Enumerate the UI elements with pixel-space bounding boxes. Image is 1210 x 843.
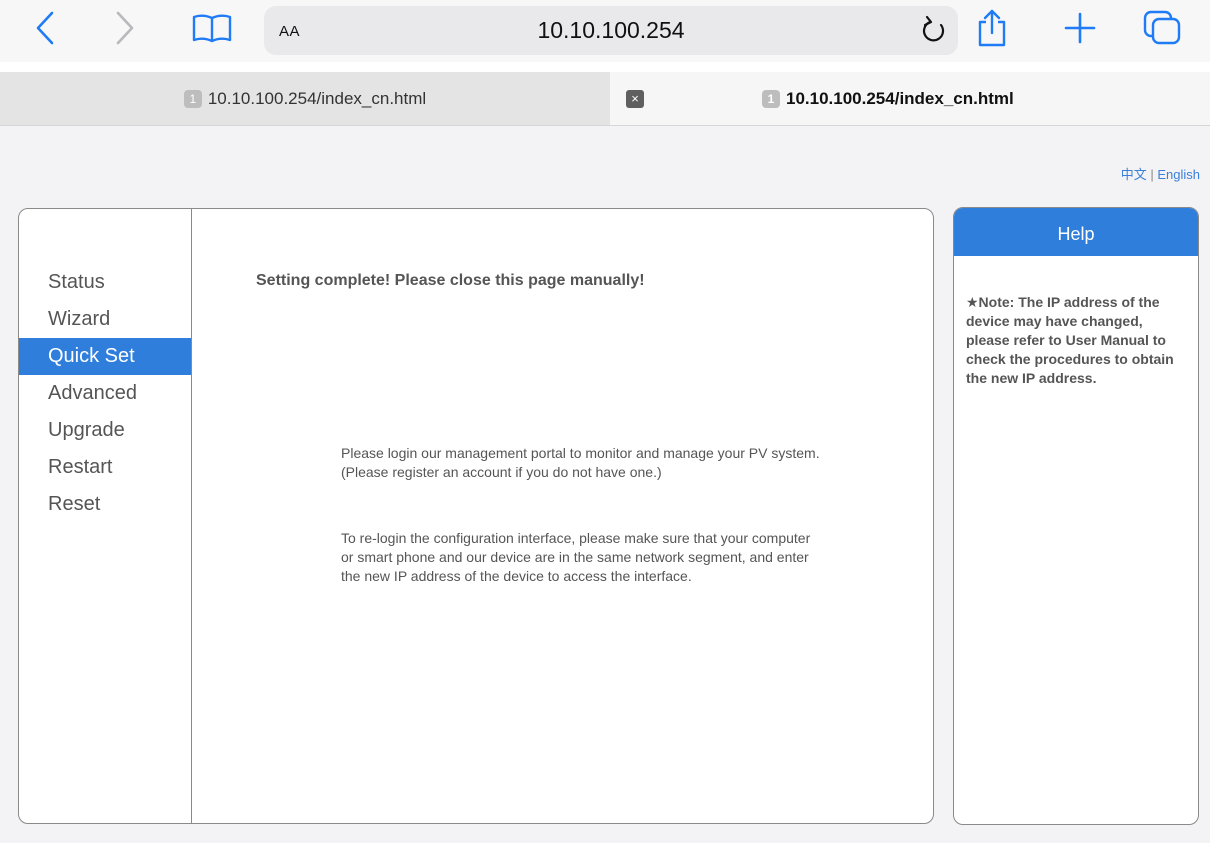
content-area: Setting complete! Please close this page… [192, 209, 933, 823]
nav-item-restart[interactable]: Restart [19, 449, 191, 486]
nav-item-wizard[interactable]: Wizard [19, 301, 191, 338]
nav-item-upgrade[interactable]: Upgrade [19, 412, 191, 449]
address-url[interactable]: 10.10.100.254 [264, 17, 958, 44]
tabs-overview-icon[interactable] [1140, 8, 1184, 48]
close-icon[interactable]: × [626, 90, 644, 108]
sidebar-nav: Status Wizard Quick Set Advanced Upgrade… [19, 209, 192, 823]
nav-item-status[interactable]: Status [19, 264, 191, 301]
tab-inactive[interactable]: 1 10.10.100.254/index_cn.html [0, 72, 610, 125]
browser-toolbar: AA 10.10.100.254 [0, 0, 1210, 62]
forward-icon[interactable] [108, 8, 142, 48]
tab-number-badge: 1 [183, 89, 202, 108]
tab-strip: 1 10.10.100.254/index_cn.html × 1 10.10.… [0, 72, 1210, 126]
tab-title: 10.10.100.254/index_cn.html [207, 88, 427, 108]
help-note: ★Note: The IP address of the device may … [966, 294, 1174, 386]
nav-item-advanced[interactable]: Advanced [19, 375, 191, 412]
lang-separator: | [1146, 167, 1158, 182]
back-icon[interactable] [28, 8, 62, 48]
portal-message: Please login our management portal to mo… [341, 445, 820, 480]
address-bar[interactable]: AA 10.10.100.254 [264, 6, 958, 55]
nav-item-reset[interactable]: Reset [19, 486, 191, 523]
tab-title: 10.10.100.254/index_cn.html [786, 88, 1014, 108]
bookmarks-icon[interactable] [190, 8, 234, 48]
share-icon[interactable] [972, 8, 1012, 48]
help-title: Help [954, 208, 1198, 256]
main-panel: Status Wizard Quick Set Advanced Upgrade… [18, 208, 934, 824]
complete-message: Setting complete! Please close this page… [256, 272, 645, 289]
reload-icon[interactable] [918, 14, 948, 51]
language-switcher: 中文 | English [1121, 164, 1200, 183]
lang-english-link[interactable]: English [1157, 167, 1200, 182]
lang-chinese-link[interactable]: 中文 [1121, 167, 1147, 182]
tab-number-badge: 1 [762, 89, 780, 108]
relogin-message: To re-login the configuration interface,… [341, 530, 811, 584]
nav-item-quick-set[interactable]: Quick Set [19, 338, 191, 375]
new-tab-icon[interactable] [1060, 8, 1100, 48]
tab-active[interactable]: × 1 10.10.100.254/index_cn.html [610, 72, 1210, 125]
web-page: 中文 | English Status Wizard Quick Set Adv… [0, 126, 1210, 843]
help-panel: Help ★Note: The IP address of the device… [953, 207, 1199, 825]
